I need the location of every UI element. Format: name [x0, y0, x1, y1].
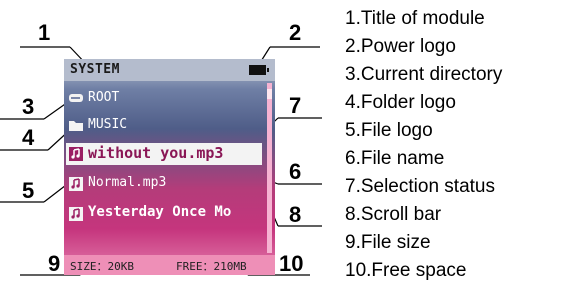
current-directory[interactable]: ROOT — [88, 90, 119, 105]
legend-item: 10.Free space — [345, 260, 467, 281]
scroll-thumb[interactable] — [267, 89, 272, 99]
legend-item: 3.Current directory — [345, 64, 503, 85]
scroll-bar[interactable] — [267, 83, 272, 253]
legend-item: 1.Title of module — [345, 8, 485, 29]
callout-8: 8 — [289, 202, 302, 227]
legend-item: 2.Power logo — [345, 36, 456, 57]
free-space: FREE：210MB — [176, 260, 247, 273]
callout-7: 7 — [289, 93, 302, 118]
music-file-icon — [69, 207, 83, 221]
folder-icon — [69, 121, 83, 131]
callout-6: 6 — [289, 159, 302, 184]
file-name-selected[interactable]: without you.mp3 — [88, 144, 223, 162]
file-name[interactable]: Yesterday Once Mo — [88, 204, 231, 220]
player-screen: SYSTEM ROOT MUSIC without you.mp3 Normal… — [64, 59, 275, 275]
legend-item: 9.File size — [345, 232, 431, 253]
callout-2: 2 — [289, 20, 302, 45]
legend-item: 7.Selection status — [345, 176, 495, 197]
folder-name[interactable]: MUSIC — [88, 117, 127, 132]
music-file-icon — [69, 147, 83, 161]
battery-icon — [249, 65, 269, 75]
music-file-icon — [69, 177, 83, 191]
callout-9: 9 — [48, 251, 61, 276]
callout-1: 1 — [38, 20, 51, 45]
legend-item: 6.File name — [345, 148, 445, 169]
callout-10: 10 — [279, 251, 304, 276]
callout-3: 3 — [22, 94, 35, 119]
file-size: SIZE：20KB — [70, 260, 134, 273]
callout-5: 5 — [22, 178, 35, 203]
drive-icon — [69, 94, 83, 102]
legend-item: 8.Scroll bar — [345, 204, 442, 225]
callout-4: 4 — [22, 125, 35, 150]
annotated-screen-figure: SYSTEM ROOT MUSIC without you.mp3 Normal… — [0, 0, 565, 293]
legend-item: 5.File logo — [345, 120, 433, 141]
legend-item: 4.Folder logo — [345, 92, 456, 113]
file-name[interactable]: Normal.mp3 — [88, 175, 166, 190]
module-title: SYSTEM — [70, 62, 120, 77]
